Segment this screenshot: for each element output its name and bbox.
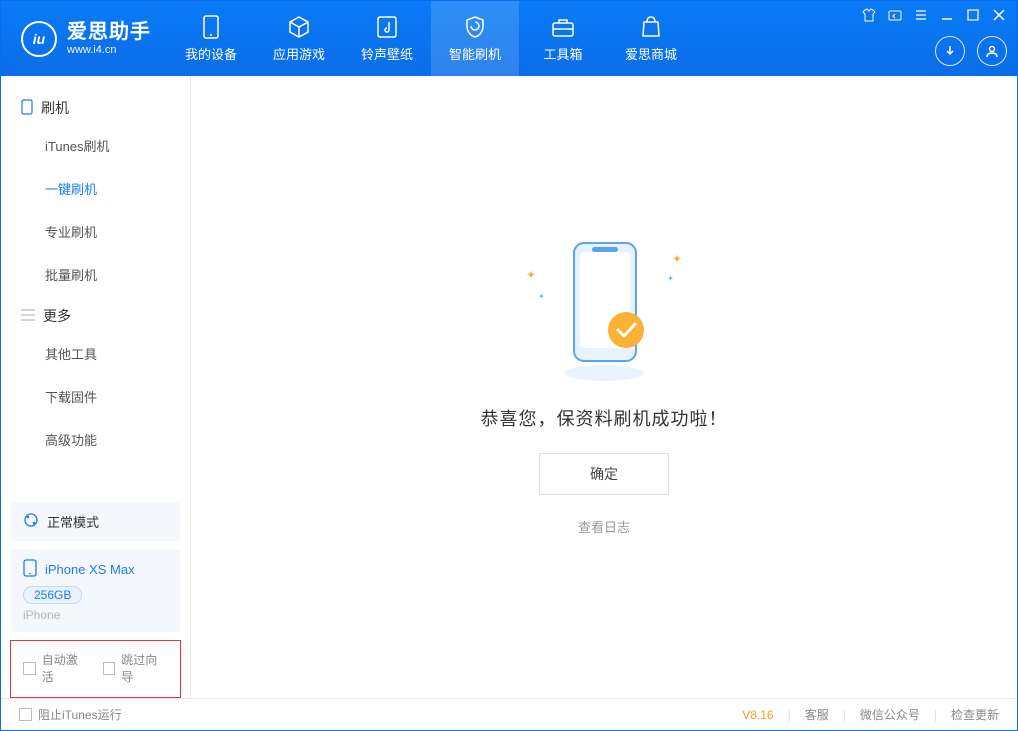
app-title: 爱思助手 — [67, 21, 151, 44]
tab-toolbox[interactable]: 工具箱 — [519, 1, 607, 76]
app-window: iu 爱思助手 www.i4.cn 我的设备 应用游戏 铃声壁纸 智能刷 — [0, 0, 1018, 731]
svg-text:iu: iu — [33, 31, 46, 47]
logo-icon: iu — [21, 21, 57, 57]
phone-icon — [198, 14, 224, 40]
sidebar-item-other-tools[interactable]: 其他工具 — [1, 332, 190, 375]
tab-store[interactable]: 爱思商城 — [607, 1, 695, 76]
sidebar-item-itunes-flash[interactable]: iTunes刷机 — [1, 124, 190, 167]
device-small-icon — [21, 99, 33, 118]
sidebar-item-pro-flash[interactable]: 专业刷机 — [1, 210, 190, 253]
device-name: iPhone XS Max — [45, 562, 135, 577]
success-message: 恭喜您，保资料刷机成功啦！ — [481, 405, 728, 431]
sidebar: 刷机 iTunes刷机 一键刷机 专业刷机 批量刷机 更多 其他工具 下载固件 … — [1, 76, 191, 698]
success-illustration: ✦ ✦ ✦ ✦ — [544, 238, 664, 383]
mode-label: 正常模式 — [47, 512, 99, 531]
checkbox-box-icon — [23, 662, 36, 675]
checkbox-box-icon — [19, 708, 32, 721]
wechat-link[interactable]: 微信公众号 — [860, 706, 920, 723]
sidebar-item-oneclick-flash[interactable]: 一键刷机 — [1, 167, 190, 210]
device-card[interactable]: iPhone XS Max 256GB iPhone — [11, 549, 180, 632]
checkbox-prevent-itunes[interactable]: 阻止iTunes运行 — [19, 706, 122, 723]
checkbox-auto-activate[interactable]: 自动激活 — [23, 651, 89, 685]
header-right-buttons — [935, 36, 1007, 66]
tab-label: 工具箱 — [543, 44, 582, 63]
close-icon[interactable] — [991, 7, 1007, 23]
logo-area: iu 爱思助手 www.i4.cn — [1, 1, 167, 76]
tab-my-device[interactable]: 我的设备 — [167, 1, 255, 76]
logo-text: 爱思助手 www.i4.cn — [67, 21, 151, 57]
window-controls — [861, 7, 1007, 23]
status-right: V8.16 | 客服 | 微信公众号 | 检查更新 — [742, 706, 999, 723]
tab-label: 铃声壁纸 — [361, 44, 413, 63]
shirt-icon[interactable] — [861, 7, 877, 23]
header-tabs: 我的设备 应用游戏 铃声壁纸 智能刷机 工具箱 爱思商城 — [167, 1, 695, 76]
checkbox-label: 阻止iTunes运行 — [38, 706, 122, 723]
tab-label: 我的设备 — [185, 44, 237, 63]
checkbox-label: 自动激活 — [42, 651, 89, 685]
mode-card[interactable]: 正常模式 — [11, 502, 180, 541]
sidebar-group-flash: 刷机 — [1, 88, 190, 124]
group-title: 更多 — [43, 306, 71, 326]
sidebar-bottom: 正常模式 iPhone XS Max 256GB iPhone 自动激活 — [1, 492, 190, 698]
main-content: ✦ ✦ ✦ ✦ 恭喜您，保资料刷机成功啦！ 确定 查看日志 — [191, 76, 1017, 698]
tab-apps-games[interactable]: 应用游戏 — [255, 1, 343, 76]
check-update-link[interactable]: 检查更新 — [951, 706, 999, 723]
tab-label: 爱思商城 — [625, 44, 677, 63]
version-label: V8.16 — [742, 708, 773, 722]
list-icon — [21, 308, 35, 324]
view-log-link[interactable]: 查看日志 — [578, 517, 630, 536]
download-button[interactable] — [935, 36, 965, 66]
back-icon[interactable] — [887, 7, 903, 23]
maximize-icon[interactable] — [965, 7, 981, 23]
status-bar: 阻止iTunes运行 V8.16 | 客服 | 微信公众号 | 检查更新 — [1, 698, 1017, 730]
sidebar-item-batch-flash[interactable]: 批量刷机 — [1, 253, 190, 296]
device-type: iPhone — [23, 608, 168, 622]
toolbox-icon — [550, 14, 576, 40]
sidebar-item-advanced[interactable]: 高级功能 — [1, 418, 190, 461]
separator: | — [788, 708, 791, 722]
phone-small-icon — [23, 559, 37, 580]
sidebar-item-download-firmware[interactable]: 下载固件 — [1, 375, 190, 418]
separator: | — [934, 708, 937, 722]
header: iu 爱思助手 www.i4.cn 我的设备 应用游戏 铃声壁纸 智能刷 — [1, 1, 1017, 76]
checkbox-skip-guide[interactable]: 跳过向导 — [103, 651, 169, 685]
menu-icon[interactable] — [913, 7, 929, 23]
ok-button[interactable]: 确定 — [539, 453, 669, 495]
music-note-icon — [374, 14, 400, 40]
tab-label: 智能刷机 — [449, 44, 501, 63]
checkbox-box-icon — [103, 662, 116, 675]
separator: | — [843, 708, 846, 722]
device-storage: 256GB — [23, 586, 82, 604]
tab-ringtone-wallpaper[interactable]: 铃声壁纸 — [343, 1, 431, 76]
bag-icon — [638, 14, 664, 40]
checkbox-label: 跳过向导 — [121, 651, 168, 685]
sidebar-group-more: 更多 — [1, 296, 190, 332]
shield-icon — [462, 14, 488, 40]
tab-smart-flash[interactable]: 智能刷机 — [431, 1, 519, 76]
body: 刷机 iTunes刷机 一键刷机 专业刷机 批量刷机 更多 其他工具 下载固件 … — [1, 76, 1017, 698]
minimize-icon[interactable] — [939, 7, 955, 23]
sidebar-scroll: 刷机 iTunes刷机 一键刷机 专业刷机 批量刷机 更多 其他工具 下载固件 … — [1, 76, 190, 492]
cube-icon — [286, 14, 312, 40]
support-link[interactable]: 客服 — [805, 706, 829, 723]
app-subtitle: www.i4.cn — [67, 44, 151, 57]
tab-label: 应用游戏 — [273, 44, 325, 63]
bottom-options-highlight: 自动激活 跳过向导 — [10, 640, 181, 698]
refresh-icon — [23, 512, 39, 531]
group-title: 刷机 — [41, 98, 69, 118]
user-button[interactable] — [977, 36, 1007, 66]
